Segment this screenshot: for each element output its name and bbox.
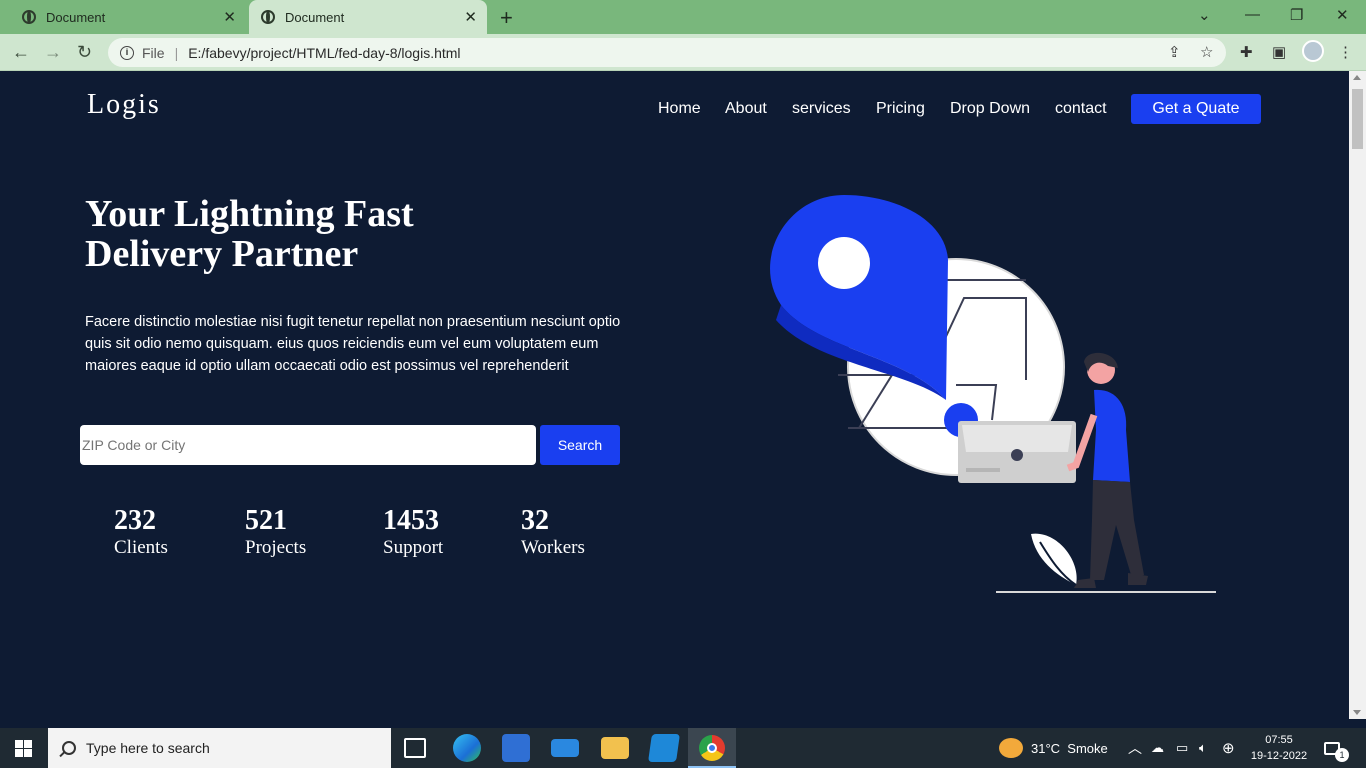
- scroll-down-arrow-icon[interactable]: [1353, 710, 1361, 715]
- file-explorer-icon[interactable]: [601, 737, 629, 759]
- person-pants: [1090, 480, 1144, 580]
- scroll-up-arrow-icon[interactable]: [1353, 75, 1361, 80]
- vscode-icon[interactable]: [648, 734, 680, 762]
- new-tab-button[interactable]: +: [500, 5, 513, 31]
- nav-home[interactable]: Home: [658, 100, 701, 118]
- share-icon[interactable]: ⇪: [1168, 43, 1181, 61]
- taskbar-search-placeholder: Type here to search: [86, 740, 210, 756]
- extensions-icon[interactable]: ✚: [1240, 43, 1253, 61]
- stat-projects: 521 Projects: [245, 506, 306, 560]
- stat-label: Workers: [521, 537, 585, 558]
- clock-time: 07:55: [1265, 734, 1293, 746]
- side-panel-icon[interactable]: ▣: [1272, 43, 1286, 61]
- profile-avatar[interactable]: [1302, 40, 1324, 62]
- browser-tab-strip: Document ✕ Document ✕ + ⌄ — ❐ ✕: [0, 0, 1366, 34]
- stat-value: 521: [245, 505, 287, 536]
- stat-clients: 232 Clients: [114, 506, 168, 560]
- system-clock[interactable]: 07:55 19-12-2022: [1246, 732, 1312, 764]
- chrome-taskbar-button[interactable]: [688, 728, 736, 768]
- volume-icon[interactable]: 🔈︎: [1199, 728, 1207, 768]
- tab-title: Document: [46, 9, 106, 25]
- address-bar[interactable]: i File | E:/fabevy/project/HTML/fed-day-…: [108, 38, 1226, 67]
- windows-start-icon[interactable]: [15, 740, 32, 757]
- weather-sun-icon: [999, 738, 1023, 758]
- back-icon[interactable]: ←: [12, 42, 30, 63]
- hero-title: Your Lightning Fast Delivery Partner: [85, 194, 505, 274]
- nav-contact[interactable]: contact: [1055, 100, 1107, 118]
- microsoft-store-icon[interactable]: [502, 734, 530, 762]
- stat-label: Projects: [245, 537, 307, 558]
- browser-tab-active[interactable]: Document ✕: [249, 0, 487, 34]
- delivery-illustration: [770, 195, 1216, 593]
- plant-leaf: [1031, 533, 1077, 585]
- taskbar-search-box[interactable]: Type here to search: [48, 728, 391, 768]
- stat-value: 232: [114, 505, 156, 536]
- stat-label: Support: [383, 537, 444, 558]
- site-logo[interactable]: Logis: [87, 89, 161, 121]
- menu-icon[interactable]: ⋮: [1338, 43, 1353, 61]
- address-scheme-label: File: [142, 44, 165, 61]
- close-tab-icon[interactable]: ✕: [223, 8, 236, 26]
- stat-label: Clients: [114, 537, 168, 558]
- nav-pricing[interactable]: Pricing: [876, 100, 925, 118]
- clock-date: 19-12-2022: [1250, 750, 1308, 762]
- close-tab-icon[interactable]: ✕: [464, 8, 477, 26]
- tab-title: Document: [285, 9, 345, 25]
- globe-icon: [22, 10, 36, 24]
- task-view-icon[interactable]: [404, 738, 426, 758]
- battery-icon[interactable]: ▭: [1176, 728, 1188, 768]
- close-window-button[interactable]: ✕: [1336, 6, 1349, 24]
- get-a-quote-button[interactable]: Get a Quate: [1131, 94, 1261, 124]
- page-scrollbar[interactable]: [1349, 71, 1366, 719]
- forward-icon[interactable]: →: [44, 42, 62, 63]
- person-shirt: [1093, 389, 1130, 482]
- reload-icon[interactable]: ↻: [77, 42, 92, 63]
- notification-count: 1: [1335, 748, 1349, 762]
- tab-search-icon[interactable]: ⌄: [1198, 6, 1211, 24]
- onedrive-icon[interactable]: ☁: [1151, 728, 1164, 768]
- address-url[interactable]: E:/fabevy/project/HTML/fed-day-8/logis.h…: [188, 45, 460, 61]
- language-globe-icon[interactable]: ⊕: [1222, 728, 1235, 768]
- browser-toolbar: ← → ↻ i File | E:/fabevy/project/HTML/fe…: [0, 34, 1366, 71]
- nav-services[interactable]: services: [792, 100, 851, 118]
- bookmark-star-icon[interactable]: ☆: [1200, 43, 1213, 61]
- location-pin-dot: [818, 237, 870, 289]
- nav-drop-down[interactable]: Drop Down: [950, 100, 1030, 118]
- edge-icon[interactable]: [453, 734, 481, 762]
- mail-icon[interactable]: [551, 739, 579, 757]
- nav-about[interactable]: About: [725, 100, 767, 118]
- restore-button[interactable]: ❐: [1290, 6, 1303, 24]
- search-icon: [62, 741, 76, 755]
- globe-icon: [261, 10, 275, 24]
- info-icon[interactable]: i: [120, 45, 134, 60]
- notification-center-icon[interactable]: 1: [1324, 728, 1349, 768]
- search-button[interactable]: Search: [540, 425, 620, 465]
- web-page: Logis Home About services Pricing Drop D…: [0, 71, 1349, 719]
- stat-value: 1453: [383, 505, 439, 536]
- zip-search-input[interactable]: [80, 425, 536, 465]
- hero-title-line-1: Your Lightning Fast: [85, 193, 414, 235]
- weather-text: 31°C Smoke: [1031, 740, 1108, 756]
- hero-description: Facere distinctio molestiae nisi fugit t…: [85, 314, 621, 374]
- weather-widget[interactable]: 31°C Smoke: [999, 728, 1108, 768]
- stat-value: 32: [521, 505, 549, 536]
- browser-tab[interactable]: Document ✕: [8, 0, 246, 34]
- windows-taskbar: Type here to search 31°C Smoke ︿ ☁ ▭ 🔈︎ …: [0, 728, 1366, 768]
- scrollbar-thumb[interactable]: [1352, 89, 1363, 149]
- hero-title-line-2: Delivery Partner: [85, 233, 359, 275]
- stat-workers: 32 Workers: [521, 506, 585, 560]
- show-hidden-icons-chevron-icon[interactable]: ︿: [1128, 728, 1142, 768]
- address-separator: |: [174, 44, 179, 61]
- minimize-button[interactable]: —: [1245, 6, 1260, 23]
- stat-support: 1453 Support: [383, 506, 443, 560]
